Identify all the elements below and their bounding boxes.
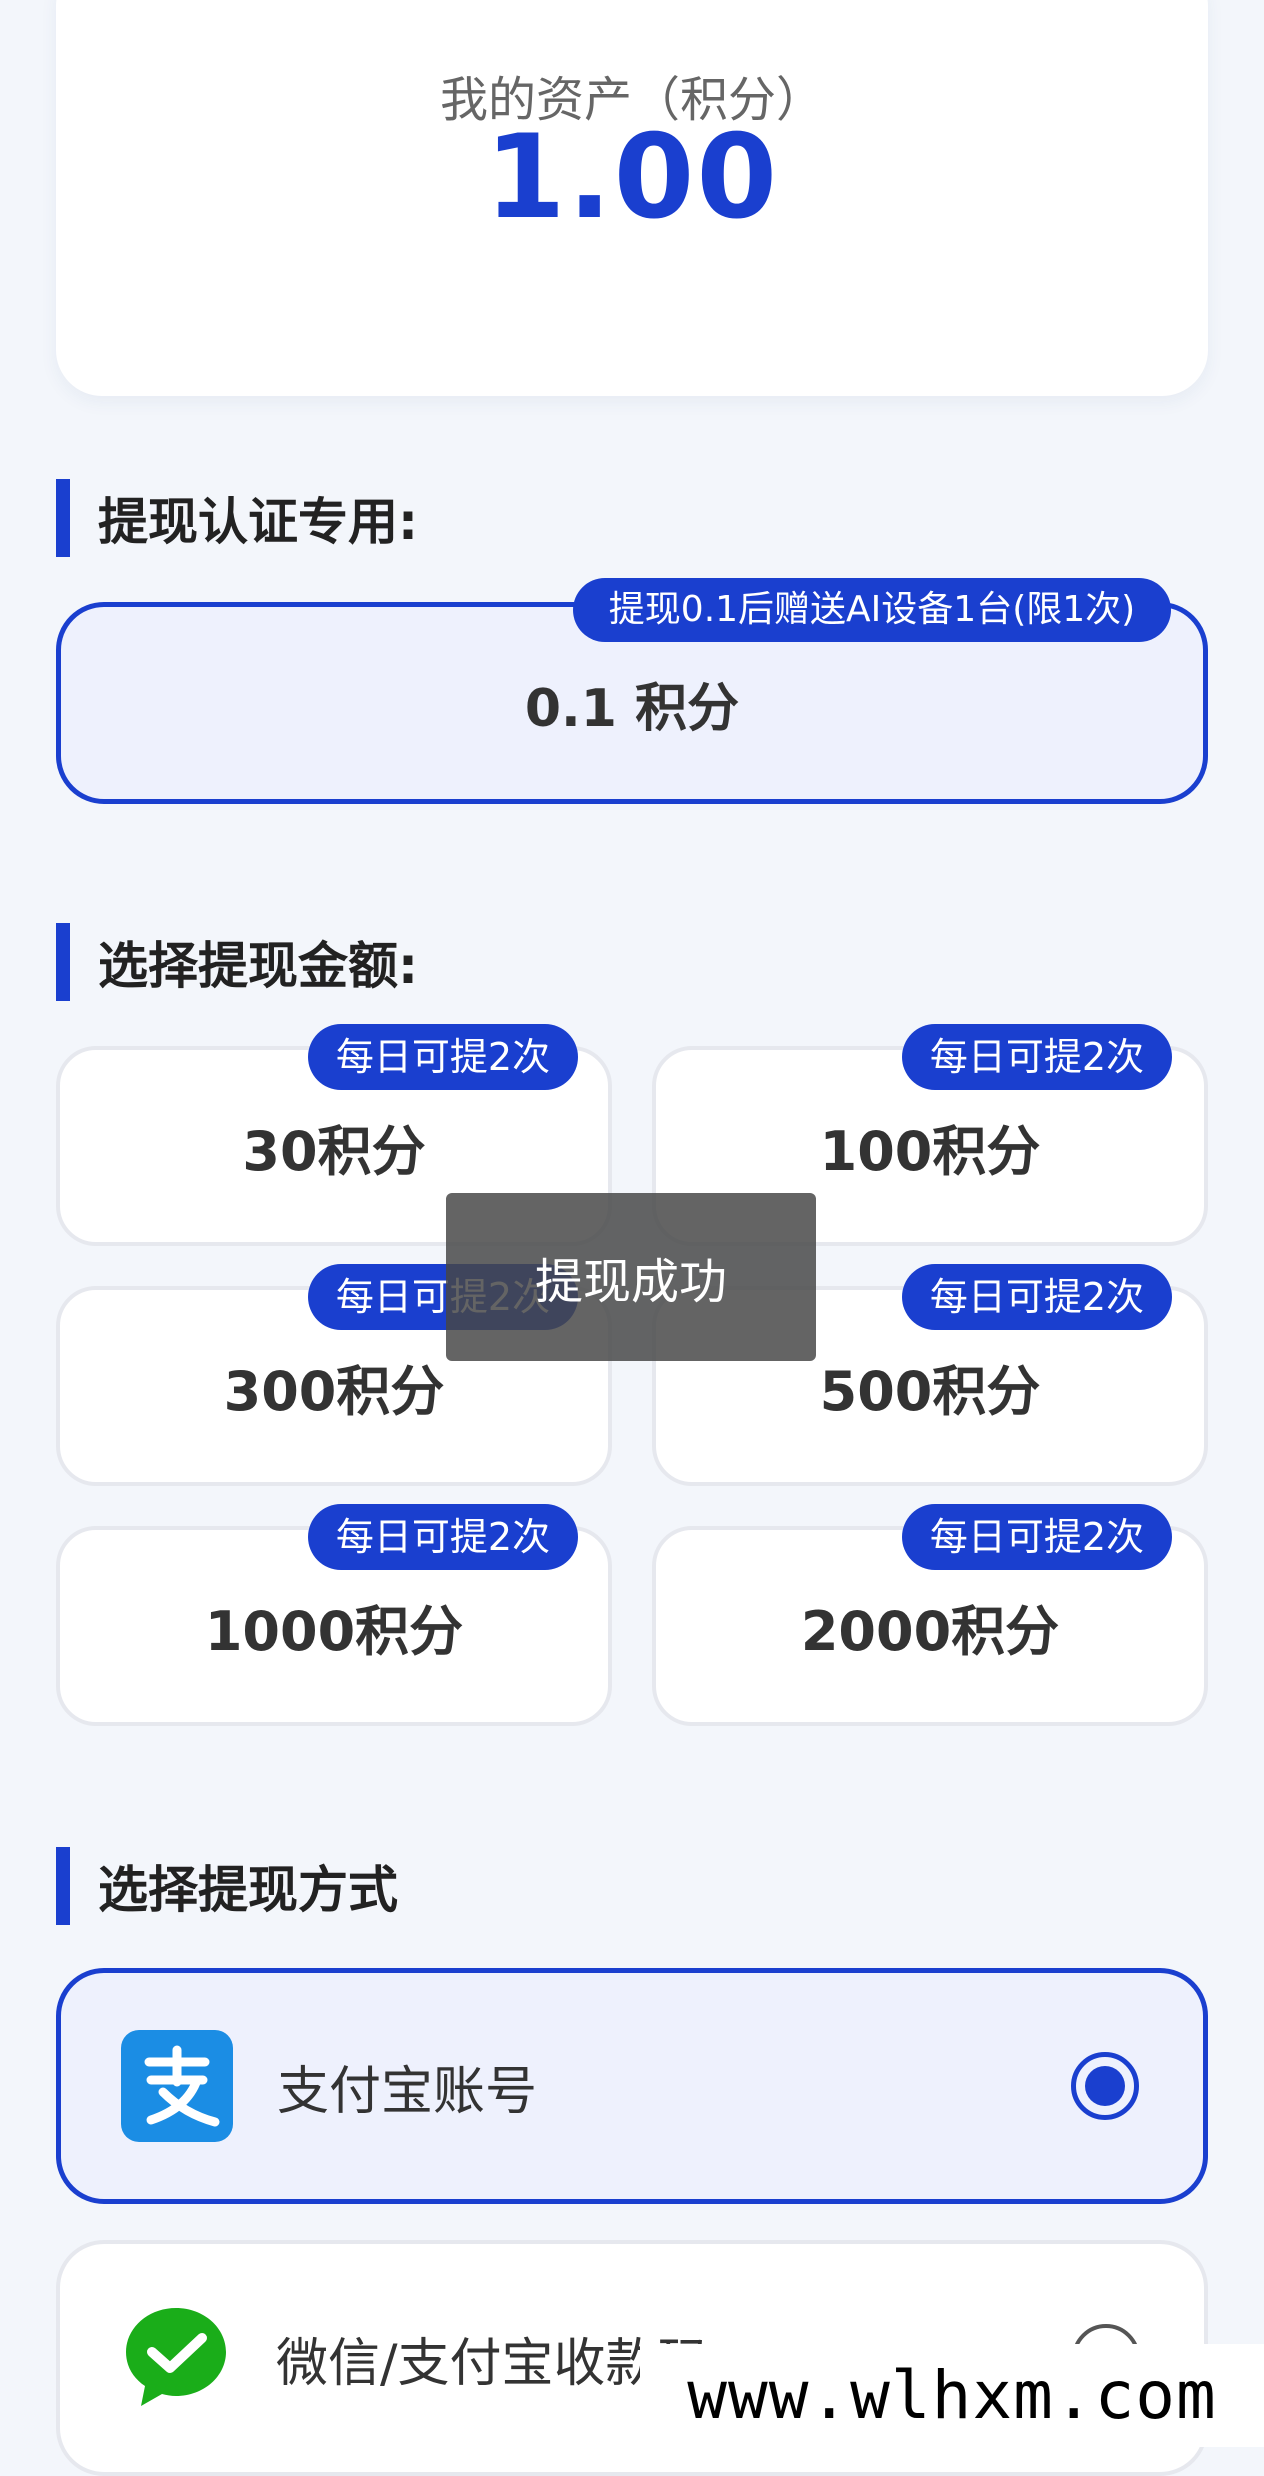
- section-accent-bar: [56, 479, 70, 557]
- amount-option-label: 100积分: [819, 1119, 1041, 1183]
- amount-option-label: 2000积分: [800, 1599, 1060, 1663]
- amount-option-label: 500积分: [819, 1359, 1041, 1423]
- radio-selected[interactable]: [1071, 2052, 1139, 2120]
- payment-option-alipay[interactable]: 支付宝账号: [56, 1968, 1208, 2204]
- daily-limit-badge: 每日可提2次: [902, 1264, 1172, 1330]
- asset-card: 我的资产（积分） 1.00: [56, 0, 1208, 396]
- wechat-pay-icon: [120, 2302, 232, 2414]
- section-accent-bar: [56, 1847, 70, 1925]
- daily-limit-badge: 每日可提2次: [308, 1024, 578, 1090]
- method-section-title: 选择提现方式: [98, 1861, 398, 1919]
- method-section-header: 选择提现方式: [56, 1846, 398, 1926]
- toast-message: 提现成功: [446, 1193, 816, 1361]
- amount-section-header: 选择提现金额:: [56, 922, 418, 1002]
- amount-option-label: 300积分: [223, 1359, 445, 1423]
- cert-amount-label: 0.1 积分: [524, 678, 740, 739]
- amount-section-title: 选择提现金额:: [98, 937, 418, 995]
- amount-option-label: 1000积分: [204, 1599, 464, 1663]
- cert-section-title: 提现认证专用:: [98, 493, 418, 551]
- alipay-icon: [121, 2030, 233, 2142]
- watermark: www.wlhxm.com: [640, 2344, 1264, 2447]
- radio-dot: [1085, 2066, 1125, 2106]
- asset-value: 1.00: [484, 110, 780, 245]
- cert-section-header: 提现认证专用:: [56, 478, 418, 558]
- daily-limit-badge: 每日可提2次: [308, 1504, 578, 1570]
- amount-option-label: 30积分: [242, 1119, 426, 1183]
- section-accent-bar: [56, 923, 70, 1001]
- daily-limit-badge: 每日可提2次: [902, 1504, 1172, 1570]
- cert-promo-badge: 提现0.1后赠送AI设备1台(限1次): [573, 578, 1171, 642]
- payment-option-label: 支付宝账号: [277, 2061, 538, 2122]
- daily-limit-badge: 每日可提2次: [902, 1024, 1172, 1090]
